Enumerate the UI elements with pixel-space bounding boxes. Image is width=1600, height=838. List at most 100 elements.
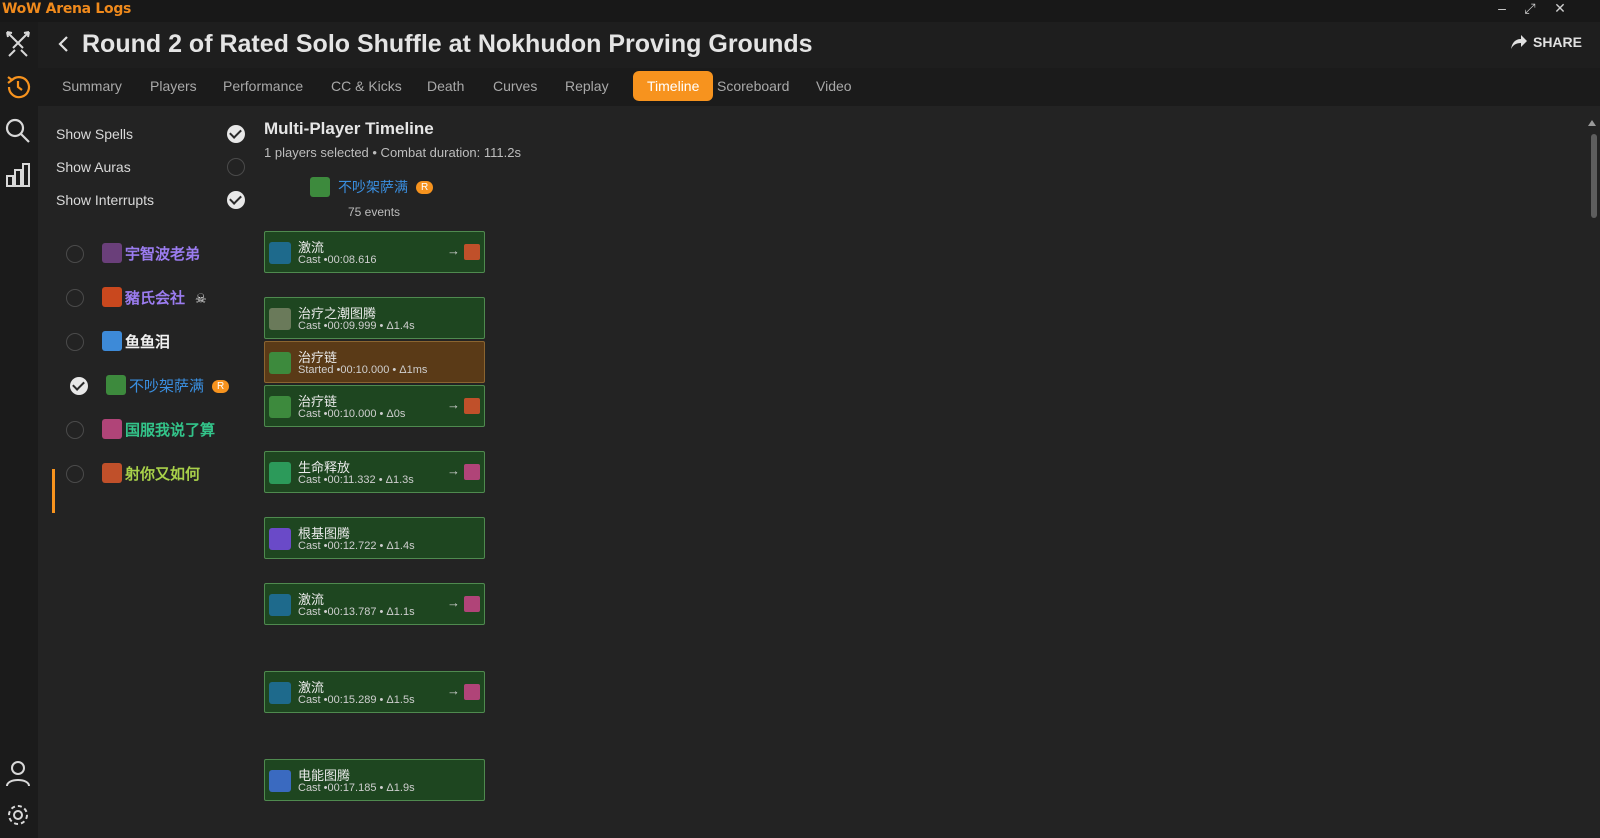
scroll-up-arrow-icon[interactable] bbox=[1588, 120, 1596, 126]
rating-badge: R bbox=[212, 380, 230, 393]
arrow-right-icon: → bbox=[447, 243, 460, 258]
player-checkbox[interactable] bbox=[70, 377, 88, 395]
history-icon[interactable] bbox=[3, 72, 33, 102]
timeline-event[interactable]: 电能图腾 Cast •00:17.185 • Δ1.9s bbox=[264, 759, 485, 801]
class-icon bbox=[106, 375, 126, 395]
show-interrupts-label: Show Interrupts bbox=[56, 192, 155, 208]
target-icon bbox=[464, 684, 480, 700]
arrow-right-icon: → bbox=[447, 397, 460, 412]
timeline-title: Multi-Player Timeline bbox=[264, 119, 434, 138]
tab-players[interactable]: Players bbox=[136, 71, 211, 101]
player-name: 不吵架萨满 R bbox=[129, 375, 230, 396]
tab-replay[interactable]: Replay bbox=[551, 71, 623, 101]
event-detail: Cast •00:08.616 bbox=[298, 254, 377, 266]
show-interrupts-checkbox[interactable] bbox=[227, 191, 245, 209]
show-spells-label: Show Spells bbox=[56, 126, 134, 142]
player-row[interactable]: 射你又如何 bbox=[52, 456, 262, 492]
maximize-button[interactable]: ⤢ bbox=[1516, 0, 1544, 18]
player-name: 射你又如何 bbox=[125, 466, 201, 483]
crossed-swords-icon[interactable] bbox=[3, 28, 33, 58]
target-icon bbox=[464, 596, 480, 612]
spell-icon bbox=[269, 528, 291, 550]
class-icon bbox=[310, 177, 330, 197]
tab-cc-kicks[interactable]: CC & Kicks bbox=[317, 71, 416, 101]
tab-summary[interactable]: Summary bbox=[48, 71, 136, 101]
timeline-event-started[interactable]: 治疗链 Started •00:10.000 • Δ1ms bbox=[264, 341, 485, 383]
show-auras-checkbox[interactable] bbox=[227, 158, 245, 176]
player-row[interactable]: 宇智波老弟 bbox=[52, 236, 262, 272]
timeline-event[interactable]: 治疗链 Cast •00:10.000 • Δ0s → bbox=[264, 385, 485, 427]
player-name: 豬氏会社 ☠ bbox=[125, 287, 207, 308]
player-row[interactable]: 鱼鱼泪 bbox=[52, 324, 262, 360]
arrow-right-icon: → bbox=[447, 683, 460, 698]
event-detail: Cast •00:11.332 • Δ1.3s bbox=[298, 474, 414, 486]
timeline-event[interactable]: 治疗之潮图腾 Cast •00:09.999 • Δ1.4s bbox=[264, 297, 485, 339]
timeline-event[interactable]: 激流 Cast •00:08.616 → bbox=[264, 231, 485, 273]
player-checkbox[interactable] bbox=[66, 289, 84, 307]
nav-rail bbox=[0, 22, 38, 838]
arrow-right-icon: → bbox=[447, 463, 460, 478]
player-checkbox[interactable] bbox=[66, 333, 84, 351]
event-detail: Cast •00:10.000 • Δ0s bbox=[298, 408, 406, 420]
spell-icon bbox=[269, 682, 291, 704]
timeline-subtitle: 1 players selected • Combat duration: 11… bbox=[264, 145, 521, 160]
event-detail: Cast •00:09.999 • Δ1.4s bbox=[298, 320, 415, 332]
class-icon bbox=[102, 419, 122, 439]
gear-icon[interactable] bbox=[3, 800, 33, 830]
show-auras-label: Show Auras bbox=[56, 159, 131, 175]
skull-icon: ☠ bbox=[195, 291, 207, 306]
player-name: 鱼鱼泪 bbox=[125, 334, 171, 351]
player-name-text: 豬氏会社 bbox=[125, 290, 186, 307]
spell-icon bbox=[269, 770, 291, 792]
back-chevron-icon[interactable] bbox=[56, 34, 72, 54]
tab-death[interactable]: Death bbox=[413, 71, 478, 101]
spell-icon bbox=[269, 308, 291, 330]
share-label: SHARE bbox=[1532, 34, 1582, 50]
event-detail: Started •00:10.000 • Δ1ms bbox=[298, 364, 428, 376]
search-icon[interactable] bbox=[3, 116, 33, 146]
class-icon bbox=[102, 287, 122, 307]
tab-bar: Summary Players Performance CC & Kicks D… bbox=[38, 68, 1600, 106]
timeline-event[interactable]: 根基图腾 Cast •00:12.722 • Δ1.4s bbox=[264, 517, 485, 559]
stats-chart-icon[interactable] bbox=[3, 160, 33, 190]
close-button[interactable]: ✕ bbox=[1546, 0, 1574, 18]
share-icon bbox=[1510, 35, 1527, 49]
page-title: Round 2 of Rated Solo Shuffle at Nokhudo… bbox=[82, 30, 813, 58]
arrow-right-icon: → bbox=[447, 595, 460, 610]
rating-badge: R bbox=[416, 180, 434, 194]
player-row-selected[interactable]: 不吵架萨满 R bbox=[52, 368, 262, 404]
spell-icon bbox=[269, 396, 291, 418]
title-bar: WoW Arena Logs – ⤢ ✕ bbox=[0, 0, 1600, 22]
target-icon bbox=[464, 464, 480, 480]
timeline-event[interactable]: 生命释放 Cast •00:11.332 • Δ1.3s → bbox=[264, 451, 485, 493]
player-checkbox[interactable] bbox=[66, 465, 84, 483]
event-detail: Cast •00:12.722 • Δ1.4s bbox=[298, 540, 415, 552]
show-spells-checkbox[interactable] bbox=[227, 125, 245, 143]
tab-scoreboard[interactable]: Scoreboard bbox=[703, 71, 803, 101]
share-button[interactable]: SHARE bbox=[1510, 34, 1582, 50]
event-detail: Cast •00:13.787 • Δ1.1s bbox=[298, 606, 415, 618]
timeline-event[interactable]: 激流 Cast •00:15.289 • Δ1.5s → bbox=[264, 671, 485, 713]
tab-video[interactable]: Video bbox=[802, 71, 866, 101]
tab-curves[interactable]: Curves bbox=[479, 71, 551, 101]
spell-icon bbox=[269, 462, 291, 484]
target-icon bbox=[464, 244, 480, 260]
app-title: WoW Arena Logs bbox=[2, 1, 132, 17]
event-count: 75 events bbox=[348, 205, 401, 219]
user-icon[interactable] bbox=[3, 758, 33, 788]
timeline-event[interactable]: 激流 Cast •00:13.787 • Δ1.1s → bbox=[264, 583, 485, 625]
tab-timeline[interactable]: Timeline bbox=[633, 71, 714, 101]
spell-icon bbox=[269, 594, 291, 616]
player-row[interactable]: 国服我说了算 bbox=[52, 412, 262, 448]
class-icon bbox=[102, 243, 122, 263]
tab-performance[interactable]: Performance bbox=[209, 71, 317, 101]
player-checkbox[interactable] bbox=[66, 245, 84, 263]
scrollbar-thumb[interactable] bbox=[1591, 134, 1597, 218]
minimize-button[interactable]: – bbox=[1488, 0, 1516, 18]
spell-icon bbox=[269, 242, 291, 264]
target-icon bbox=[464, 398, 480, 414]
player-checkbox[interactable] bbox=[66, 421, 84, 439]
spell-icon bbox=[269, 352, 291, 374]
class-icon bbox=[102, 463, 122, 483]
player-row[interactable]: 豬氏会社 ☠ bbox=[52, 280, 262, 316]
